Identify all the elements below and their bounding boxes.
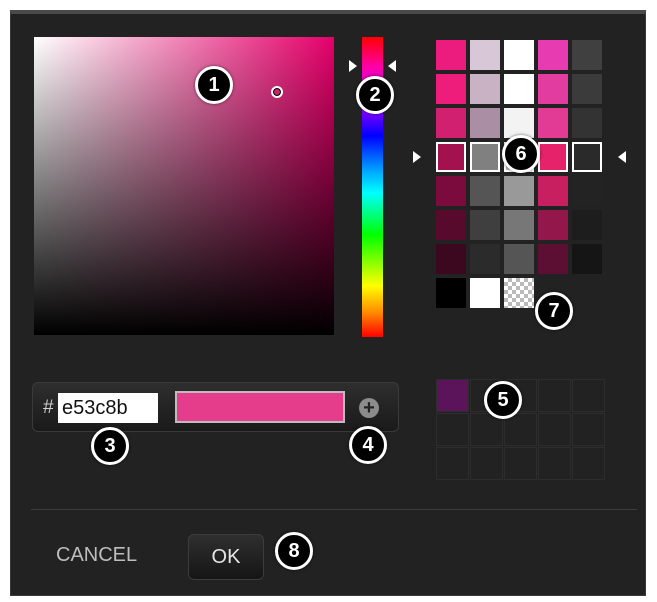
swatch[interactable] [470, 108, 500, 138]
swatch[interactable] [470, 142, 500, 172]
swatch[interactable] [470, 176, 500, 206]
swatch[interactable] [504, 108, 534, 138]
swatch[interactable] [572, 108, 602, 138]
recent-color-slot[interactable] [436, 413, 469, 446]
callout-3: 3 [91, 427, 129, 465]
swatch[interactable] [470, 210, 500, 240]
swatch[interactable] [504, 244, 534, 274]
swatch[interactable] [538, 176, 568, 206]
recent-color-slot[interactable] [572, 379, 605, 412]
row-pointer-left-icon [413, 151, 421, 163]
callout-7: 7 [535, 292, 573, 330]
swatch[interactable] [436, 74, 466, 104]
callout-1: 1 [195, 66, 233, 104]
hex-bar: # e53c8b + [32, 382, 399, 432]
swatch[interactable] [572, 210, 602, 240]
swatch[interactable] [572, 176, 602, 206]
recent-color-slot[interactable] [538, 379, 571, 412]
swatch[interactable] [572, 142, 602, 172]
swatch[interactable] [504, 176, 534, 206]
divider [31, 509, 637, 510]
add-color-button[interactable]: + [359, 398, 379, 418]
recent-color-slot[interactable] [470, 447, 503, 480]
color-preview [175, 391, 345, 423]
recent-color-slot[interactable] [572, 447, 605, 480]
swatch[interactable] [572, 40, 602, 70]
recent-color-slot[interactable] [504, 447, 537, 480]
swatch[interactable] [538, 210, 568, 240]
hex-input[interactable]: e53c8b [58, 393, 158, 423]
swatch[interactable] [504, 278, 534, 308]
swatch[interactable] [504, 210, 534, 240]
saturation-value-picker[interactable] [34, 37, 334, 335]
swatch[interactable] [470, 278, 500, 308]
swatch[interactable] [504, 40, 534, 70]
hue-pointer-left-icon[interactable] [349, 60, 357, 72]
swatch[interactable] [538, 142, 568, 172]
swatch[interactable] [572, 244, 602, 274]
swatch[interactable] [470, 74, 500, 104]
swatch[interactable] [538, 40, 568, 70]
swatch[interactable] [470, 40, 500, 70]
swatch[interactable] [436, 278, 466, 308]
ok-button[interactable]: OK [188, 534, 264, 580]
row-pointer-right-icon [618, 151, 626, 163]
swatch[interactable] [538, 108, 568, 138]
swatch[interactable] [538, 74, 568, 104]
swatch[interactable] [470, 244, 500, 274]
recent-color-slot[interactable] [572, 413, 605, 446]
swatch[interactable] [538, 244, 568, 274]
swatch[interactable] [572, 74, 602, 104]
callout-8: 8 [275, 532, 313, 570]
recent-color-slot[interactable] [538, 413, 571, 446]
recent-color-slot[interactable] [436, 379, 469, 412]
callout-4: 4 [349, 426, 387, 464]
hash-symbol: # [43, 397, 54, 418]
callout-2: 2 [356, 76, 394, 114]
hue-pointer-right-icon[interactable] [388, 60, 396, 72]
cancel-button[interactable]: CANCEL [56, 544, 137, 567]
swatch[interactable] [436, 142, 466, 172]
swatch[interactable] [504, 74, 534, 104]
callout-6: 6 [502, 135, 540, 173]
swatch[interactable] [436, 244, 466, 274]
swatch[interactable] [436, 210, 466, 240]
swatch[interactable] [436, 40, 466, 70]
swatch[interactable] [436, 108, 466, 138]
callout-5: 5 [484, 381, 522, 419]
recent-color-slot[interactable] [436, 447, 469, 480]
swatch[interactable] [436, 176, 466, 206]
recent-color-slot[interactable] [538, 447, 571, 480]
sv-handle[interactable] [271, 86, 283, 98]
